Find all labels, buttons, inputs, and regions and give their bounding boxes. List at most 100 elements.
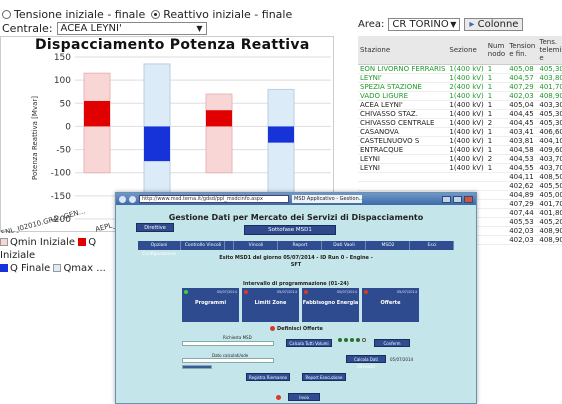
legend-swatch xyxy=(78,238,87,246)
definisci-offerte[interactable]: Definisci Offerte xyxy=(270,326,323,332)
table-cell: CASTELNUOVO S xyxy=(358,136,448,146)
table-cell: 405,53 xyxy=(507,217,538,227)
area-select[interactable]: CR TORINO ▼ xyxy=(388,18,461,31)
back-icon[interactable] xyxy=(119,195,126,203)
table-cell: 404,45 xyxy=(507,118,538,128)
radio-reattivo[interactable] xyxy=(151,10,161,19)
table-row[interactable]: LEYNI 1(400 kV) 1 404,55 403,70 xyxy=(358,163,562,173)
esito-line: Esito MSD1 del giorno 05/07/2014 - ID Ru… xyxy=(219,255,373,261)
table-row[interactable]: LEYNI' 1(400 kV) 1 404,57 403,80 xyxy=(358,73,562,83)
invio-button[interactable]: Invio xyxy=(288,393,321,401)
screen: Tensione iniziale - finale Reattivo iniz… xyxy=(0,0,562,404)
progress-dot-icon xyxy=(350,338,354,342)
table-cell: 1 xyxy=(485,64,508,74)
table-cell xyxy=(485,217,508,227)
tile-offerte[interactable]: 05/07/2014 Offerte xyxy=(362,288,419,322)
col-header[interactable]: Stazione xyxy=(358,36,448,65)
progress-dot-icon xyxy=(344,338,348,342)
col-header[interactable]: Sezione xyxy=(447,36,486,65)
table-row[interactable]: SPEZIA STAZIONE 2(400 kV) 1 407,29 401,70 xyxy=(358,82,562,92)
status-dot-icon xyxy=(270,326,275,331)
table-cell: 1(400 kV) xyxy=(447,118,486,128)
table-cell: 1 xyxy=(485,145,508,155)
table-cell: ACEA LEYNI' xyxy=(358,100,448,110)
minimize-icon[interactable] xyxy=(442,195,451,203)
table-cell: 1(400 kV) xyxy=(447,100,486,110)
tile-fabbisogno[interactable]: 05/07/2014 Fabbisogno Energia xyxy=(302,288,359,322)
tile-date: 05/07/2014 xyxy=(336,290,357,294)
table-row[interactable]: 402,62 405,50 xyxy=(358,181,562,191)
centrale-value: ACEA LEYNI' xyxy=(60,23,122,34)
nav-item[interactable]: Esci xyxy=(411,241,454,250)
table-row[interactable]: CHIVASSO STAZ. 1(400 kV) 1 404,45 405,30 xyxy=(358,109,562,119)
col-header[interactable]: Tension e fin. xyxy=(507,36,538,65)
direttive-button[interactable]: Direttive xyxy=(136,223,174,232)
table-cell: 404,58 xyxy=(507,145,538,155)
registra-button[interactable]: Registra Riemanne xyxy=(246,373,290,381)
richiesta-input[interactable] xyxy=(182,341,274,346)
radio-reattivo-label: Reattivo iniziale - finale xyxy=(163,8,293,21)
table-row[interactable]: EON LIVORNO FERRARIS 1(400 kV) 1 405,08 405,… xyxy=(358,64,562,74)
calcola-volumi-button[interactable]: Calcola Tutti Volumi xyxy=(286,339,332,347)
sottofase-button[interactable]: Sottofase MSD1 xyxy=(244,225,336,235)
table-cell xyxy=(447,172,486,182)
table-header-row: Stazione Sezione Num nodo Tension e fin.… xyxy=(358,36,562,65)
table-row[interactable]: ENTRACQUE 1(400 kV) 1 404,58 409,60 xyxy=(358,145,562,155)
table-cell: CHIVASSO STAZ. xyxy=(358,109,448,119)
y-tick-label: -100 xyxy=(51,169,72,179)
tile-programmi[interactable]: 05/07/2014 Programmi xyxy=(182,288,239,322)
maximize-icon[interactable] xyxy=(453,195,462,203)
nav-item[interactable]: Controllo Vincoli xyxy=(182,241,225,250)
status-dot-icon xyxy=(364,290,368,294)
table-row[interactable]: ACEA LEYNI' 1(400 kV) 1 405,04 403,30 xyxy=(358,100,562,110)
nav-item[interactable]: MSD2 xyxy=(367,241,410,250)
table-cell: 405,04 xyxy=(507,100,538,110)
y-axis-label: Potenza Reattiva [Mvar] xyxy=(31,96,39,180)
radio-tensione[interactable] xyxy=(2,10,11,19)
dato-mini-field[interactable] xyxy=(182,365,212,369)
nav-item[interactable]: Dati Vaoli xyxy=(323,241,366,250)
dato-select[interactable] xyxy=(182,358,274,363)
forward-icon[interactable] xyxy=(129,195,136,203)
col-header[interactable]: Num nodo xyxy=(485,36,508,65)
calcola-rilevanti-button[interactable]: Calcola Dati Rilevanti xyxy=(346,355,386,369)
nav-item[interactable]: Vincoli xyxy=(235,241,278,250)
close-icon[interactable] xyxy=(464,195,473,203)
nav-item[interactable]: Report xyxy=(279,241,322,250)
table-row[interactable]: LEYNI 1(400 kV) 2 404,53 403,70 xyxy=(358,154,562,164)
table-cell xyxy=(485,199,508,209)
table-row[interactable]: CASTELNUOVO S 1(400 kV) 1 403,81 404,10 xyxy=(358,136,562,146)
table-cell: 1(400 kV) xyxy=(447,64,486,74)
conferma-button[interactable]: Conferm xyxy=(374,339,410,347)
table-cell: 403,70 xyxy=(537,154,562,164)
play-icon: ▸ xyxy=(469,19,475,30)
main-nav: Opzioni Configurazione Controllo Vincoli… xyxy=(138,241,454,257)
address-bar[interactable]: http://www.msd.terna.it/gdsd/ppl_msdcinf… xyxy=(139,195,289,203)
table-cell: 403,30 xyxy=(537,100,562,110)
table-cell: 407,29 xyxy=(507,199,538,209)
table-cell: LEYNI xyxy=(358,163,448,173)
table-row[interactable]: CHIVASSO CENTRALE 1(400 kV) 2 404,45 405,30 xyxy=(358,118,562,128)
table-cell: 402,03 xyxy=(507,235,538,245)
report-button[interactable]: Report Esecuzione xyxy=(302,373,346,381)
legend-item: Qmin Iniziale xyxy=(10,237,76,248)
tile-label: Limiti Zone xyxy=(254,300,287,306)
tile-limiti-zone[interactable]: 05/07/2014 Limiti Zone xyxy=(242,288,299,322)
table-cell: 407,44 xyxy=(507,208,538,218)
table-cell: 1 xyxy=(485,136,508,146)
legend-swatch xyxy=(53,264,62,272)
centrale-row: Centrale: ACEA LEYNI' ▼ xyxy=(2,22,207,35)
table-cell: 1(400 kV) xyxy=(447,91,486,101)
table-row[interactable]: VADO LIGURE 1(400 kV) 1 402,03 408,90 xyxy=(358,91,562,101)
nav-item[interactable] xyxy=(226,241,234,250)
table-cell: 405,00 xyxy=(537,190,562,200)
table-row[interactable]: 404,11 408,50 xyxy=(358,172,562,182)
colonne-button[interactable]: ▸ Colonne xyxy=(464,18,524,31)
col-header[interactable]: Tens. telemisur e xyxy=(537,36,562,65)
centrale-select[interactable]: ACEA LEYNI' ▼ xyxy=(56,22,207,35)
nav-item[interactable]: Opzioni Configurazione xyxy=(138,241,181,257)
table-row[interactable]: CASANOVA 1(400 kV) 1 403,41 406,60 xyxy=(358,127,562,137)
browser-tab[interactable]: MSD Applicativo - Gestion... xyxy=(292,195,362,203)
table-cell xyxy=(358,181,448,191)
table-cell: 1(400 kV) xyxy=(447,109,486,119)
